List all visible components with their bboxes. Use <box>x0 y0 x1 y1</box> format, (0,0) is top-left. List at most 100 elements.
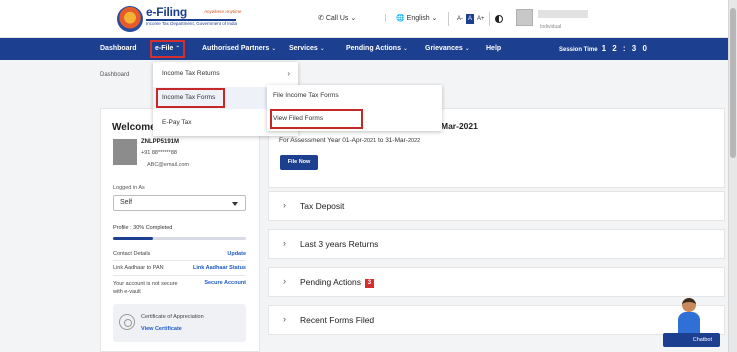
nav-grievances-label: Grievances <box>425 45 463 52</box>
nav-efile[interactable]: e-File ⌃ <box>150 40 186 58</box>
accordion-label: Recent Forms Filed <box>300 315 375 325</box>
chatbot-button[interactable]: Chatbot <box>663 333 720 347</box>
assessment-year-mid: to 31-Mar- <box>376 137 408 144</box>
user-role: Individual <box>540 24 562 30</box>
certificate-title: Certificate of Appreciation <box>141 314 204 320</box>
chevron-down-icon: ⌄ <box>402 46 408 52</box>
session-label: Session Time <box>559 47 598 53</box>
logo-tagline: Anywhere Anytime <box>204 9 242 14</box>
chevron-down-icon: ⌄ <box>271 46 277 52</box>
phone-icon: ✆ <box>318 15 324 22</box>
profile-completion-text: Profile : 30% Completed <box>113 225 173 231</box>
divider <box>113 275 246 276</box>
session-timer: Session Time 1 2 : 3 0 <box>559 38 649 60</box>
contrast-toggle[interactable] <box>489 12 503 26</box>
nav-pending-actions[interactable]: Pending Actions ⌄ <box>346 38 408 60</box>
top-header: e-Filing Anywhere Anytime Income Tax Dep… <box>0 0 737 38</box>
accordion-label: Pending Actions 3 <box>300 277 374 288</box>
logo-subtitle: Income Tax Department, Government of Ind… <box>146 21 237 26</box>
chevron-right-icon: › <box>283 314 286 324</box>
chevron-right-icon: › <box>287 69 290 78</box>
phone-number: +91 88******88 <box>141 150 177 156</box>
divider <box>113 260 246 261</box>
accordion-label: Last 3 years Returns <box>300 239 379 249</box>
chevron-right-icon: › <box>283 200 286 210</box>
breadcrumb[interactable]: Dashboard <box>100 72 129 78</box>
link-aadhaar-status-link[interactable]: Link Aadhaar Status <box>193 265 246 271</box>
nav-grievances[interactable]: Grievances ⌄ <box>425 38 470 60</box>
highlight-income-tax-forms <box>156 88 225 108</box>
secure-account-link[interactable]: Secure Account <box>204 280 246 286</box>
emblem-logo-icon <box>117 6 143 32</box>
font-normal-button[interactable]: A <box>466 14 475 24</box>
accordion-last-3-years-returns[interactable]: › Last 3 years Returns <box>268 229 725 259</box>
link-aadhaar-label: Link Aadhaar to PAN <box>113 265 164 271</box>
chevron-down-icon: ⌄ <box>350 15 357 22</box>
avatar[interactable] <box>516 9 533 26</box>
accordion-recent-forms-filed[interactable]: › Recent Forms Filed <box>268 305 725 335</box>
font-size-controls: A- A A+ <box>448 12 485 26</box>
logo-title[interactable]: e-Filing <box>146 5 187 19</box>
chevron-up-icon: ⌃ <box>175 46 181 52</box>
nav-help[interactable]: Help <box>486 38 501 60</box>
accordion-label-text: Pending Actions <box>300 277 361 287</box>
caret-down-icon <box>232 202 238 206</box>
file-now-button[interactable]: File Now <box>280 155 318 170</box>
profile-progress-bar <box>113 237 246 240</box>
accordion-tax-deposit[interactable]: › Tax Deposit <box>268 191 725 221</box>
logged-in-as-label: Logged in As <box>113 185 145 191</box>
certificate-box: Certificate of Appreciation View Certifi… <box>113 304 246 342</box>
chevron-right-icon: › <box>283 238 286 248</box>
pending-count-badge: 3 <box>364 279 374 288</box>
scrollbar-thumb[interactable] <box>730 8 736 158</box>
chatbot-head <box>682 298 696 312</box>
logged-in-as-value: Self <box>120 199 133 206</box>
font-increase-button[interactable]: A+ <box>477 16 485 22</box>
assessment-year-prefix: For Assessment Year 01-Apr- <box>279 137 364 144</box>
profile-progress-fill <box>113 237 153 240</box>
nav-pending-actions-label: Pending Actions <box>346 45 401 52</box>
profile-card: Welcome I ZNLPP5191M +91 88******88 ABC@… <box>100 108 260 352</box>
nav-services[interactable]: Services ⌄ <box>289 38 325 60</box>
assessment-year-text: For Assessment Year 01-Apr-2021 to 31-Ma… <box>279 137 420 144</box>
user-name-redacted <box>538 10 588 18</box>
accordion-label: Tax Deposit <box>300 201 345 211</box>
menu-item-label: Income Tax Returns <box>162 70 220 77</box>
menu-item-income-tax-returns[interactable]: Income Tax Returns › <box>153 63 298 85</box>
menu-item-label: E-Pay Tax <box>162 119 192 126</box>
session-value: 1 2 : 3 0 <box>601 44 649 53</box>
chevron-down-icon: ⌄ <box>431 15 438 22</box>
nav-dashboard[interactable]: Dashboard <box>100 38 137 60</box>
chevron-right-icon: › <box>283 276 286 286</box>
certificate-medal-icon <box>119 314 135 330</box>
chevron-down-icon: ⌄ <box>319 46 325 52</box>
assessment-year-end: 2022 <box>407 138 421 144</box>
pan-number: ZNLPP5191M <box>141 139 180 145</box>
font-decrease-button[interactable]: A- <box>457 16 463 22</box>
profile-photo <box>113 139 137 165</box>
nav-authorised-partners-label: Authorised Partners <box>202 45 270 52</box>
evault-warning-text: Your account is not secure with e-vault <box>113 281 178 295</box>
main-navbar: Dashboard e-File ⌃ Authorised Partners ⌄… <box>0 38 737 60</box>
update-contact-link[interactable]: Update <box>227 251 246 257</box>
call-us-label: Call Us <box>325 15 349 22</box>
highlight-view-filed-forms <box>270 109 363 129</box>
view-certificate-link[interactable]: View Certificate <box>141 326 182 332</box>
email-address: ABC@email.com <box>147 162 189 168</box>
contrast-icon <box>495 15 503 23</box>
contact-details-label: Contact Details <box>113 251 151 257</box>
return-card-title: Mar-2021 <box>441 121 478 131</box>
call-us-dropdown[interactable]: ✆ Call Us ⌄ <box>318 14 356 22</box>
menu-item-file-income-tax-forms[interactable]: File Income Tax Forms <box>267 85 442 107</box>
logged-in-as-select[interactable]: Self <box>113 195 246 211</box>
nav-efile-label: e-File <box>155 45 174 52</box>
globe-icon: 🌐 <box>396 15 405 22</box>
nav-services-label: Services <box>289 45 318 52</box>
accordion-pending-actions[interactable]: › Pending Actions 3 <box>268 267 725 297</box>
assessment-year-start: 2021 <box>363 138 377 144</box>
chevron-down-icon: ⌄ <box>464 46 470 52</box>
language-dropdown[interactable]: 🌐 English ⌄ <box>385 14 437 22</box>
language-label: English <box>406 15 430 22</box>
page-scrollbar[interactable] <box>728 0 737 352</box>
nav-authorised-partners[interactable]: Authorised Partners ⌄ <box>202 38 276 60</box>
